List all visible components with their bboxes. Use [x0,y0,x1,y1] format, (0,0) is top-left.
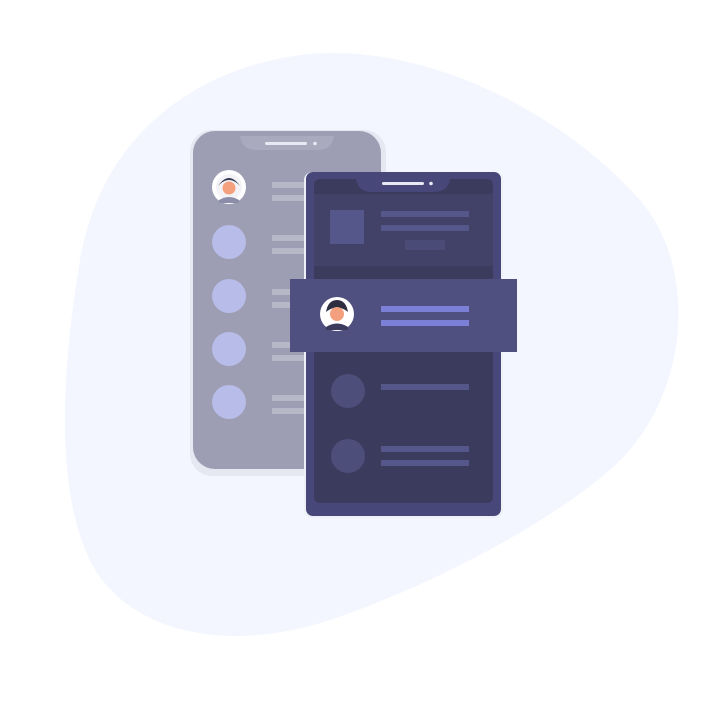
placeholder-line [381,384,469,390]
placeholder-avatar-icon [212,225,246,259]
highlight-line [381,320,469,326]
camera-icon [429,181,433,186]
placeholder-image-icon [330,210,364,244]
placeholder-line [381,211,469,217]
placeholder-avatar-icon [212,279,246,313]
placeholder-button [405,240,445,250]
placeholder-line [381,446,469,452]
placeholder-line [381,225,469,231]
camera-icon [313,141,317,146]
avatar-icon [212,170,246,204]
highlight-line [381,306,469,312]
placeholder-avatar-icon [331,374,365,408]
speaker-notch-icon [265,142,307,145]
placeholder-avatar-icon [331,439,365,473]
speaker-notch-icon [382,182,424,185]
placeholder-line [381,460,469,466]
two-phones-illustration [64,52,679,636]
placeholder-avatar-icon [212,385,246,419]
illustration-canvas [0,0,722,727]
placeholder-avatar-icon [212,332,246,366]
highlighted-contact-row [290,279,517,352]
avatar-icon [320,297,354,331]
front-phone-notch [356,179,450,192]
